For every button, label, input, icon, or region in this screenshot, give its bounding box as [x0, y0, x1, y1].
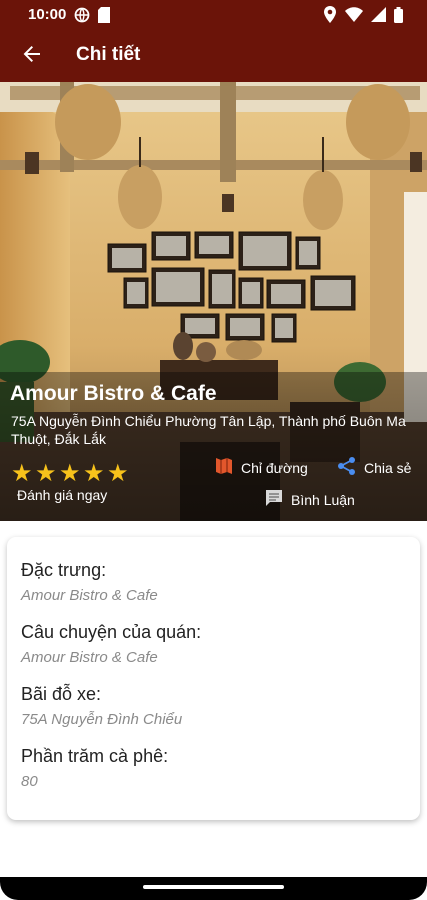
detail-value: 75A Nguyễn Đình Chiểu — [21, 711, 183, 728]
share-button[interactable]: Chia sẻ — [337, 456, 411, 479]
page-title: Chi tiết — [76, 44, 141, 65]
detail-label: Bãi đỗ xe: — [21, 684, 102, 704]
detail-feature: Đặc trưng: Amour Bistro & Cafe — [21, 559, 158, 606]
navigation-bar — [0, 877, 427, 900]
detail-label: Câu chuyện của quán: — [21, 622, 202, 642]
status-right-icons — [323, 6, 403, 28]
star-icon[interactable]: ★ — [59, 462, 82, 486]
rating-stars[interactable]: ★ ★ ★ ★ ★ — [11, 462, 130, 486]
detail-label: Đặc trưng: — [21, 560, 107, 580]
detail-label: Phần trăm cà phê: — [21, 746, 169, 766]
comment-icon — [264, 488, 284, 511]
star-icon[interactable]: ★ — [83, 462, 106, 486]
status-left-icons — [74, 7, 110, 28]
share-label: Chia sẻ — [364, 459, 412, 476]
status-time: 10:00 — [28, 6, 67, 23]
app-bar: Chi tiết — [0, 30, 427, 82]
comment-label: Bình Luận — [291, 491, 355, 508]
sd-card-icon — [98, 7, 110, 28]
detail-value: 80 — [21, 773, 38, 790]
detail-coffee-percent: Phần trăm cà phê: 80 — [21, 745, 168, 792]
directions-label: Chỉ đường — [241, 459, 308, 476]
home-gesture-handle[interactable] — [143, 885, 284, 889]
place-address: 75A Nguyễn Đình Chiểu Phường Tân Lập, Th… — [11, 413, 406, 447]
phone-screen: 10:00 Chi tiết Amour Bistro & Cafe 75A N… — [0, 0, 427, 900]
wifi-icon — [345, 7, 363, 27]
place-name: Amour Bistro & Cafe — [10, 382, 217, 405]
star-icon[interactable]: ★ — [107, 462, 130, 486]
map-icon — [214, 456, 234, 479]
detail-value: Amour Bistro & Cafe — [21, 649, 158, 666]
battery-icon — [394, 6, 403, 28]
back-button[interactable] — [16, 40, 48, 72]
hero-section: Amour Bistro & Cafe 75A Nguyễn Đình Chiể… — [0, 82, 427, 521]
comment-button[interactable]: Bình Luận — [264, 488, 355, 511]
star-icon[interactable]: ★ — [11, 462, 34, 486]
detail-story: Câu chuyện của quán: Amour Bistro & Cafe — [21, 621, 201, 668]
directions-button[interactable]: Chỉ đường — [214, 456, 308, 479]
share-icon — [337, 456, 357, 479]
detail-value: Amour Bistro & Cafe — [21, 587, 158, 604]
location-icon — [323, 6, 337, 28]
arrow-back-icon — [22, 44, 42, 69]
rate-now-link[interactable]: Đánh giá ngay — [17, 487, 107, 503]
vpn-globe-icon — [74, 7, 90, 28]
details-card: Đặc trưng: Amour Bistro & Cafe Câu chuyệ… — [7, 537, 420, 820]
signal-icon — [371, 7, 386, 27]
detail-parking: Bãi đỗ xe: 75A Nguyễn Đình Chiểu — [21, 683, 182, 730]
star-icon[interactable]: ★ — [35, 462, 58, 486]
status-bar: 10:00 — [0, 0, 427, 30]
